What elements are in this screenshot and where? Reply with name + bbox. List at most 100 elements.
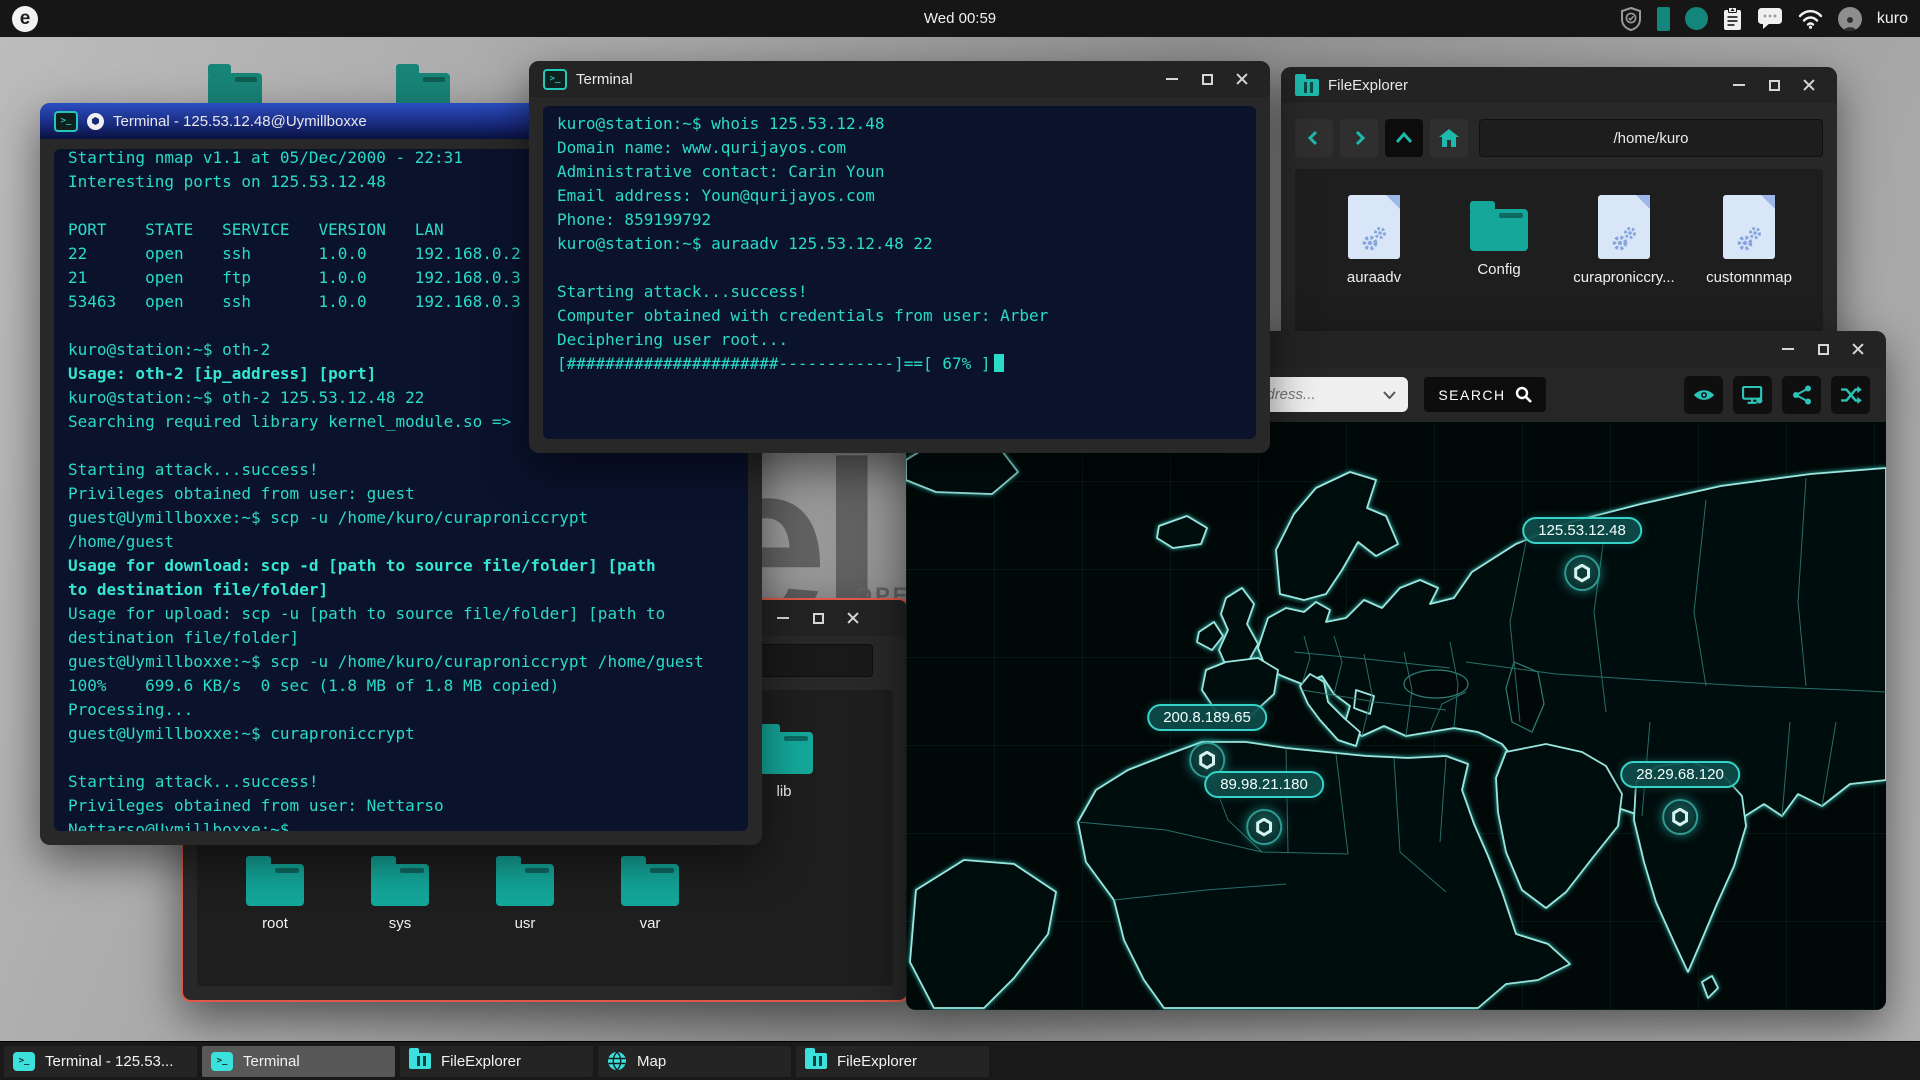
terminal-line: kuro@station:~$ whois 125.53.12.48	[557, 114, 1242, 138]
ip-text: 89.98.21.180	[1220, 776, 1308, 793]
terminal-line: Starting attack...success!	[68, 460, 734, 484]
chevron-left-icon	[1306, 130, 1322, 146]
folder-item[interactable]: root	[225, 850, 325, 932]
forward-button[interactable]	[1340, 119, 1378, 157]
file-item[interactable]: Config	[1444, 195, 1554, 278]
address-bar[interactable]: /home/kuro	[1479, 119, 1823, 157]
terminal-output[interactable]: kuro@station:~$ whois 125.53.12.48Domain…	[543, 106, 1256, 439]
home-button[interactable]	[1430, 119, 1468, 157]
desktop: el OPER lib root	[0, 0, 1920, 1080]
eye-icon	[1693, 387, 1715, 403]
map-node: 28.29.68.120	[1620, 761, 1740, 835]
close-button[interactable]	[1228, 67, 1256, 91]
ip-text: 200.8.189.65	[1163, 709, 1251, 726]
gear-badge-icon	[87, 113, 104, 130]
remote-access-button[interactable]	[1733, 376, 1772, 414]
terminal-line: destination file/folder]	[68, 628, 734, 652]
terminal-cursor	[994, 354, 1004, 372]
clipboard-icon[interactable]	[1723, 7, 1742, 31]
taskbar-item[interactable]: >_ Terminal - 125.53...	[4, 1046, 197, 1077]
minimize-button[interactable]	[769, 606, 797, 630]
minimize-button[interactable]	[1774, 337, 1802, 361]
shuffle-button[interactable]	[1831, 376, 1870, 414]
maximize-button[interactable]	[1193, 67, 1221, 91]
network-node-icon[interactable]	[1246, 809, 1282, 845]
taskbar-item[interactable]: >_ Terminal	[202, 1046, 395, 1077]
chevron-up-icon	[1395, 131, 1413, 145]
terminal-line	[68, 748, 734, 772]
file-item[interactable]: customnmap	[1694, 195, 1804, 286]
ip-label[interactable]: 89.98.21.180	[1204, 771, 1324, 798]
network-node-icon[interactable]	[1662, 799, 1698, 835]
search-button[interactable]: SEARCH	[1424, 377, 1546, 412]
folder-item[interactable]: var	[600, 850, 700, 932]
folder-label: var	[640, 915, 661, 932]
terminal-line: Email address: Youn@qurijayos.com	[557, 186, 1242, 210]
executable-file-icon	[1598, 195, 1650, 259]
ip-label[interactable]: 28.29.68.120	[1620, 761, 1740, 788]
terminal-icon: >_	[211, 1052, 233, 1071]
executable-file-icon	[1723, 195, 1775, 259]
folder-icon	[409, 1053, 431, 1069]
minimize-button[interactable]	[1158, 67, 1186, 91]
folder-icon	[805, 1053, 827, 1069]
terminal-line: guest@Uymillboxxe:~$ scp -u /home/kuro/c…	[68, 652, 734, 676]
ip-label[interactable]: 125.53.12.48	[1522, 517, 1642, 544]
back-button[interactable]	[1295, 119, 1333, 157]
window-title: FileExplorer	[1328, 77, 1408, 94]
world-map-svg	[906, 422, 1886, 1010]
taskbar-item[interactable]: FileExplorer	[400, 1046, 593, 1077]
chat-icon[interactable]	[1757, 7, 1783, 30]
ip-label[interactable]: 200.8.189.65	[1147, 704, 1267, 731]
folder-icon	[621, 864, 679, 906]
visibility-button[interactable]	[1684, 376, 1723, 414]
taskbar-item[interactable]: FileExplorer	[796, 1046, 989, 1077]
terminal-front-titlebar[interactable]: >_ Terminal	[529, 61, 1270, 97]
minimize-button[interactable]	[1725, 73, 1753, 97]
terminal-line: Usage for upload: scp -u [path to source…	[68, 604, 734, 628]
ip-text: 125.53.12.48	[1538, 522, 1626, 539]
ip-text: 28.29.68.120	[1636, 766, 1724, 783]
close-button[interactable]	[1795, 73, 1823, 97]
close-button[interactable]	[1844, 337, 1872, 361]
home-icon	[1439, 129, 1459, 147]
share-button[interactable]	[1782, 376, 1821, 414]
wifi-icon[interactable]	[1798, 9, 1823, 29]
taskbar-item[interactable]: Map	[598, 1046, 791, 1077]
terminal-line	[557, 258, 1242, 282]
file-label: Config	[1477, 261, 1520, 278]
terminal-lines: kuro@station:~$ whois 125.53.12.48Domain…	[557, 114, 1242, 354]
terminal-icon: >_	[13, 1052, 35, 1071]
network-node-icon[interactable]	[1564, 555, 1600, 591]
monitor-key-icon	[1742, 386, 1764, 405]
file-label: curaproniccry...	[1573, 269, 1674, 286]
world-map[interactable]: 125.53.12.48 200.8.189.65 89.98.21.180	[906, 422, 1886, 1010]
maximize-button[interactable]	[1760, 73, 1788, 97]
status-rect-icon[interactable]	[1657, 7, 1670, 31]
terminal-line: Administrative contact: Carin Youn	[557, 162, 1242, 186]
terminal-line: to destination file/folder]	[68, 580, 734, 604]
user-avatar-icon[interactable]	[1838, 7, 1862, 31]
close-button[interactable]	[839, 606, 867, 630]
terminal-icon: >_	[54, 111, 78, 132]
folder-label: sys	[389, 915, 412, 932]
folder-item[interactable]: usr	[475, 850, 575, 932]
terminal-line: kuro@station:~$ auraadv 125.53.12.48 22	[557, 234, 1242, 258]
top-status-bar: e Wed 00:59 kuro	[0, 0, 1920, 37]
taskbar-item-label: Terminal	[243, 1053, 300, 1070]
folder-item[interactable]: sys	[350, 850, 450, 932]
up-button[interactable]	[1385, 119, 1423, 157]
folder-icon	[1470, 209, 1528, 251]
shield-check-icon[interactable]	[1620, 7, 1642, 31]
maximize-button[interactable]	[804, 606, 832, 630]
file-item[interactable]: auraadv	[1319, 195, 1429, 286]
status-circle-icon[interactable]	[1685, 7, 1708, 30]
maximize-button[interactable]	[1809, 337, 1837, 361]
file-label: auraadv	[1347, 269, 1401, 286]
explorer-titlebar[interactable]: FileExplorer	[1281, 67, 1837, 103]
folder-icon	[1295, 79, 1319, 96]
file-item[interactable]: curaproniccry...	[1569, 195, 1679, 286]
terminal-line: Nettarso@Uymillboxxe:~$	[68, 820, 734, 831]
folder-icon	[246, 864, 304, 906]
window-title: Terminal	[576, 71, 633, 88]
